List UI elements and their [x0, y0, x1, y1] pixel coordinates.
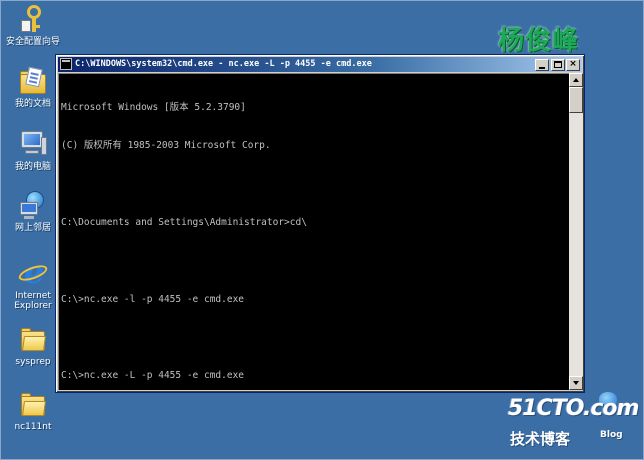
desktop-icon-nc111nt[interactable]: nc111nt — [2, 389, 64, 432]
scroll-up-button[interactable] — [569, 73, 583, 87]
cmd-window[interactable]: C:\WINDOWS\system32\cmd.exe - nc.exe -L … — [55, 54, 585, 393]
network-places-icon — [18, 190, 48, 220]
site-subtitle-watermark: 技术博客 — [510, 430, 571, 448]
close-button[interactable]: × — [566, 59, 580, 71]
maximize-icon — [554, 61, 562, 68]
desktop-icon-security-wizard[interactable]: 安全配置向导 — [2, 4, 64, 47]
minimize-button[interactable] — [535, 59, 549, 71]
author-watermark: 杨俊峰 — [498, 26, 580, 56]
site-watermark: 51CTO.com — [508, 396, 639, 421]
folder-icon — [18, 324, 48, 354]
internet-explorer-icon: e — [16, 254, 50, 290]
console-line: C:\Documents and Settings\Administrator>… — [61, 216, 307, 228]
arrow-up-icon — [573, 78, 579, 82]
folder-icon — [18, 389, 48, 419]
cmd-app-icon[interactable] — [60, 58, 72, 70]
console-line: C:\>nc.exe -L -p 4455 -e cmd.exe — [61, 370, 245, 382]
scroll-thumb[interactable] — [569, 87, 583, 113]
maximize-button[interactable] — [551, 59, 565, 71]
desktop-icon-label: Internet Explorer — [14, 291, 52, 311]
minimize-icon — [539, 67, 545, 69]
console-line: (C) 版权所有 1985-2003 Microsoft Corp. — [61, 139, 271, 151]
scroll-down-button[interactable] — [569, 376, 583, 390]
window-titlebar[interactable]: C:\WINDOWS\system32\cmd.exe - nc.exe -L … — [58, 57, 582, 72]
arrow-down-icon — [573, 381, 579, 385]
desktop-icon-label: 安全配置向导 — [5, 37, 60, 47]
blog-badge-watermark: Blog — [600, 430, 623, 440]
security-wizard-icon — [18, 4, 48, 34]
my-computer-icon — [18, 129, 48, 159]
console-line: C:\>nc.exe -l -p 4455 -e cmd.exe — [61, 293, 245, 305]
vertical-scrollbar[interactable] — [569, 73, 583, 390]
window-title: C:\WINDOWS\system32\cmd.exe - nc.exe -L … — [75, 59, 372, 69]
my-documents-icon — [18, 66, 48, 96]
desktop-icon-label: nc111nt — [14, 422, 52, 432]
console-output[interactable]: Microsoft Windows [版本 5.2.3790] (C) 版权所有… — [58, 73, 569, 390]
console-line: Microsoft Windows [版本 5.2.3790] — [61, 101, 246, 113]
